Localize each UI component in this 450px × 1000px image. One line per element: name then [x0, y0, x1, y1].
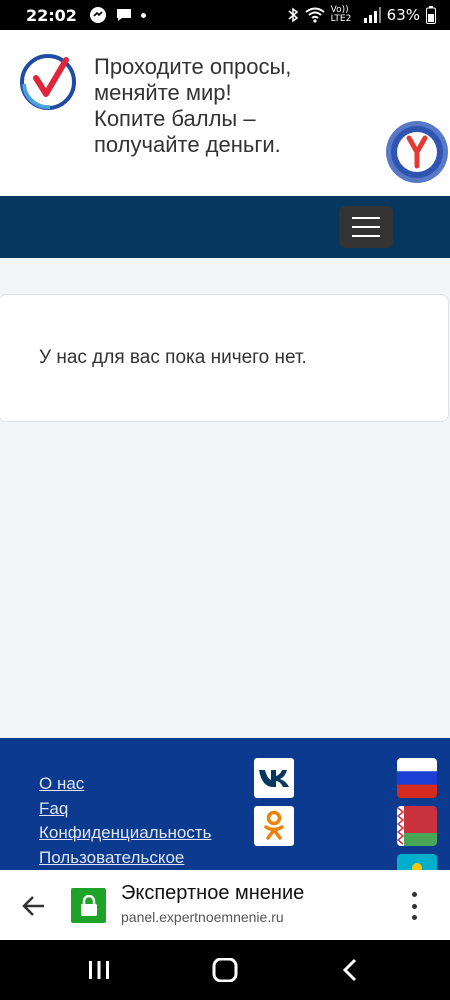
back-arrow-icon[interactable]: [20, 892, 48, 920]
footer-link-faq[interactable]: Faq: [39, 797, 211, 822]
site-footer: О нас Faq Конфиденциальность Пользовател…: [0, 738, 450, 870]
more-options-icon[interactable]: [404, 892, 424, 920]
yandex-browser-icon[interactable]: [385, 120, 449, 184]
footer-link-about[interactable]: О нас: [39, 772, 211, 797]
hamburger-icon-bar: [352, 226, 380, 228]
battery-icon: [426, 6, 436, 24]
bluetooth-icon: [288, 7, 298, 23]
tagline-line: Проходите опросы,: [94, 54, 292, 79]
tagline-line: получайте деньги.: [94, 132, 281, 157]
status-right: Vo)) LTE2 63%: [287, 6, 436, 24]
footer-link-terms[interactable]: Пользовательское: [39, 846, 211, 871]
hamburger-icon-bar: [352, 235, 380, 237]
empty-state-message: У нас для вас пока ничего нет.: [39, 347, 307, 368]
page-title[interactable]: Экспертное мнение: [121, 882, 304, 905]
russia-flag[interactable]: [397, 758, 437, 798]
page-url[interactable]: panel.expertnoemnenie.ru: [121, 909, 284, 925]
system-navigation-bar: [0, 940, 450, 1000]
home-icon[interactable]: [212, 958, 238, 982]
recent-apps-icon[interactable]: [87, 958, 111, 982]
site-tagline: Проходите опросы, меняйте мир! Копите ба…: [94, 54, 324, 158]
vk-icon[interactable]: [254, 758, 294, 798]
browser-address-bar: Экспертное мнение panel.expertnoemnenie.…: [0, 870, 450, 940]
secure-lock-icon[interactable]: [71, 888, 106, 923]
site-header: Проходите опросы, меняйте мир! Копите ба…: [0, 30, 450, 196]
battery-label: 63%: [386, 6, 420, 24]
top-navbar: [0, 196, 450, 258]
kazakhstan-flag[interactable]: [397, 854, 437, 870]
odnoklassniki-icon[interactable]: [254, 806, 294, 846]
back-icon[interactable]: [340, 958, 360, 982]
empty-state-card: У нас для вас пока ничего нет.: [0, 294, 449, 422]
network-label: Vo)) LTE2: [330, 5, 352, 24]
footer-links: О нас Faq Конфиденциальность Пользовател…: [39, 772, 211, 870]
footer-link-privacy[interactable]: Конфиденциальность: [39, 821, 211, 846]
messenger-icon: [89, 7, 106, 23]
signal-icon: [363, 7, 381, 23]
tagline-line: меняйте мир!: [94, 80, 232, 105]
menu-toggle-button[interactable]: [339, 206, 393, 248]
chat-icon: [116, 9, 131, 21]
expert-opinion-logo[interactable]: [20, 54, 76, 110]
more-notifications-icon: [140, 12, 146, 18]
notification-icons: [89, 6, 146, 24]
belarus-flag[interactable]: [397, 806, 437, 846]
tagline-line: Копите баллы –: [94, 106, 256, 131]
wifi-icon: [305, 7, 325, 23]
status-bar: 22:02 Vo)) LTE2 63%: [0, 0, 450, 30]
status-time: 22:02: [26, 5, 77, 25]
hamburger-icon-bar: [352, 217, 380, 219]
